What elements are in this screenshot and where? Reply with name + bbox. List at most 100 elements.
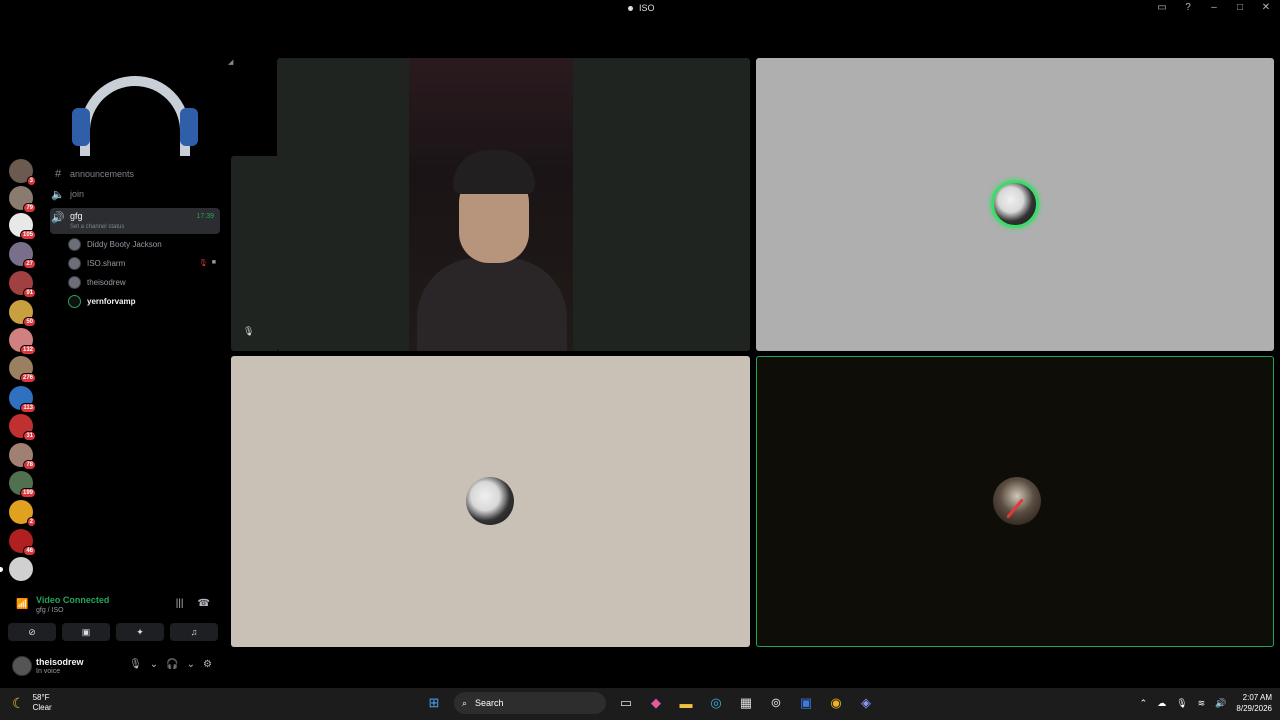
server-icon[interactable]: 2 — [9, 500, 36, 527]
moon-icon: ☾ — [12, 694, 25, 711]
video-tile[interactable] — [231, 356, 750, 647]
chrome-icon[interactable]: ◉ — [826, 692, 846, 714]
server-icon[interactable]: 79 — [9, 186, 36, 213]
camera-off-icon: ⊘ — [28, 626, 36, 637]
channel-gfg[interactable]: 🔊 gfg 17:39 Set a channel status — [50, 208, 220, 234]
disconnect-icon[interactable]: ☎ — [198, 598, 210, 609]
screen-share-button[interactable]: ▣ — [62, 623, 110, 641]
task-view-icon[interactable]: ▭ — [616, 692, 636, 714]
soundboard-button[interactable]: ♫ — [170, 623, 218, 641]
server-icon[interactable]: 78 — [9, 443, 36, 470]
server-icon[interactable]: 105 — [9, 213, 36, 240]
copilot-icon[interactable]: ◆ — [646, 692, 666, 714]
server-icon[interactable]: 3 — [9, 159, 36, 186]
selected-indicator — [0, 567, 3, 572]
channel-list: # announcements 🔈 join 🔊 gfg 17:39 Set a… — [44, 156, 226, 586]
mention-badge: 46 — [23, 546, 36, 556]
volume-icon[interactable]: 🔊 — [1215, 698, 1226, 709]
avatar[interactable] — [12, 656, 32, 676]
server-icon[interactable]: 113 — [9, 386, 36, 413]
video-tile-camera[interactable] — [277, 58, 750, 351]
camera-feed — [409, 58, 573, 351]
microphone-icon[interactable]: 🎙 — [129, 659, 142, 670]
video-tile-speaking[interactable] — [756, 58, 1274, 351]
server-icon[interactable]: 27 — [9, 242, 36, 269]
wifi-icon[interactable]: ≋ — [1198, 698, 1206, 709]
voice-connection-panel: 📶 Video Connected gfg / ISO ||| ☎ ⊘ ▣ ✦ … — [6, 590, 220, 645]
window-title: ISO — [628, 3, 655, 13]
maximize-icon[interactable]: □ — [1234, 2, 1246, 13]
discord-icon[interactable]: ◈ — [856, 692, 876, 714]
channel-join[interactable]: 🔈 join — [50, 185, 220, 203]
camera-off-button[interactable]: ⊘ — [8, 623, 56, 641]
chevron-up-icon[interactable]: ⌃ — [1140, 698, 1148, 709]
voice-user[interactable]: ISO.sharm 🎙 ■ — [68, 255, 220, 271]
avatar — [68, 275, 81, 289]
mention-badge: 27 — [23, 259, 36, 269]
gear-icon[interactable]: ⚙ — [203, 659, 212, 670]
mention-badge: 50 — [23, 317, 36, 327]
voice-user[interactable]: theisodrew — [68, 274, 220, 290]
channel-label: gfg — [70, 211, 83, 221]
mention-badge: 2 — [26, 517, 36, 527]
channel-label: announcements — [70, 169, 135, 179]
chevron-down-icon[interactable]: ⌄ — [187, 659, 195, 670]
app-icon[interactable]: ▣ — [796, 692, 816, 714]
noise-suppression-icon[interactable]: ||| — [176, 598, 184, 609]
headphones-icon[interactable]: 🎧 — [166, 659, 178, 670]
server-icon[interactable] — [0, 557, 33, 581]
corner-handle-icon[interactable]: ◢ — [228, 58, 233, 66]
voice-user[interactable]: yernforvamp — [68, 293, 220, 309]
weather-temp: 58°F — [32, 693, 50, 702]
text-channel-icon: # — [54, 168, 62, 180]
edge-icon[interactable]: ◎ — [706, 692, 726, 714]
inbox-icon[interactable]: ▭ — [1156, 2, 1168, 13]
file-explorer-icon[interactable]: ▬ — [676, 692, 696, 714]
person-shirt — [417, 258, 567, 351]
search-icon: ⌕ — [462, 697, 468, 708]
weather-widget[interactable]: ☾ 58°F Clear — [12, 693, 52, 713]
server-icon[interactable]: 132 — [9, 328, 36, 355]
self-camera-preview: ◢ — [0, 56, 277, 156]
voice-status[interactable]: Video Connected — [36, 595, 109, 605]
steam-icon[interactable]: ⊚ — [766, 692, 786, 714]
channel-status[interactable]: Set a channel status — [70, 224, 124, 230]
soundboard-icon: ♫ — [190, 627, 198, 637]
close-icon[interactable]: ✕ — [1260, 2, 1272, 13]
server-icon[interactable]: 276 — [9, 356, 36, 383]
window-title-text: ISO — [639, 3, 655, 13]
store-icon[interactable]: ▦ — [736, 692, 756, 714]
mention-badge: 3 — [26, 176, 36, 186]
username[interactable]: theisodrew — [36, 657, 84, 667]
server-icon[interactable]: 91 — [9, 271, 36, 298]
help-icon[interactable]: ? — [1182, 2, 1194, 13]
channel-announcements[interactable]: # announcements — [50, 165, 220, 183]
voice-user[interactable]: Diddy Booty Jackson — [68, 236, 220, 252]
server-icon[interactable]: 50 — [9, 300, 36, 327]
avatar — [466, 477, 514, 525]
voice-location[interactable]: gfg / ISO — [36, 607, 64, 614]
search-box[interactable]: ⌕ Search — [454, 692, 606, 714]
mention-badge: 78 — [23, 460, 36, 470]
onedrive-icon[interactable]: ☁ — [1157, 698, 1166, 709]
start-icon[interactable]: ⊞ — [424, 692, 444, 714]
server-icon[interactable]: 199 — [9, 471, 36, 498]
clock[interactable]: 2:07 AM 8/29/2026 — [1236, 692, 1272, 714]
video-tile-left-edge[interactable]: 🎙 — [231, 156, 277, 351]
minimize-icon[interactable]: – — [1208, 2, 1220, 13]
mention-badge: 113 — [20, 403, 36, 413]
server-icon[interactable]: 31 — [9, 414, 36, 441]
video-tile-active[interactable] — [756, 356, 1274, 647]
microphone-icon[interactable]: 🎙 — [1176, 698, 1187, 709]
server-icon[interactable]: 46 — [9, 529, 36, 556]
search-label: Search — [475, 698, 504, 708]
signal-icon[interactable]: 📶 — [16, 599, 28, 610]
voice-user-name: theisodrew — [87, 277, 126, 287]
speaker-icon: 🔈 — [51, 188, 65, 201]
chevron-down-icon[interactable]: ⌄ — [150, 659, 158, 670]
activities-button[interactable]: ✦ — [116, 623, 164, 641]
title-bar: ISO ▭ ? – □ ✕ — [0, 0, 1280, 18]
mention-badge: 199 — [19, 488, 36, 498]
headset-image — [72, 76, 198, 156]
user-panel: theisodrew In voice 🎙 ⌄ 🎧 ⌄ ⚙ — [6, 650, 220, 682]
